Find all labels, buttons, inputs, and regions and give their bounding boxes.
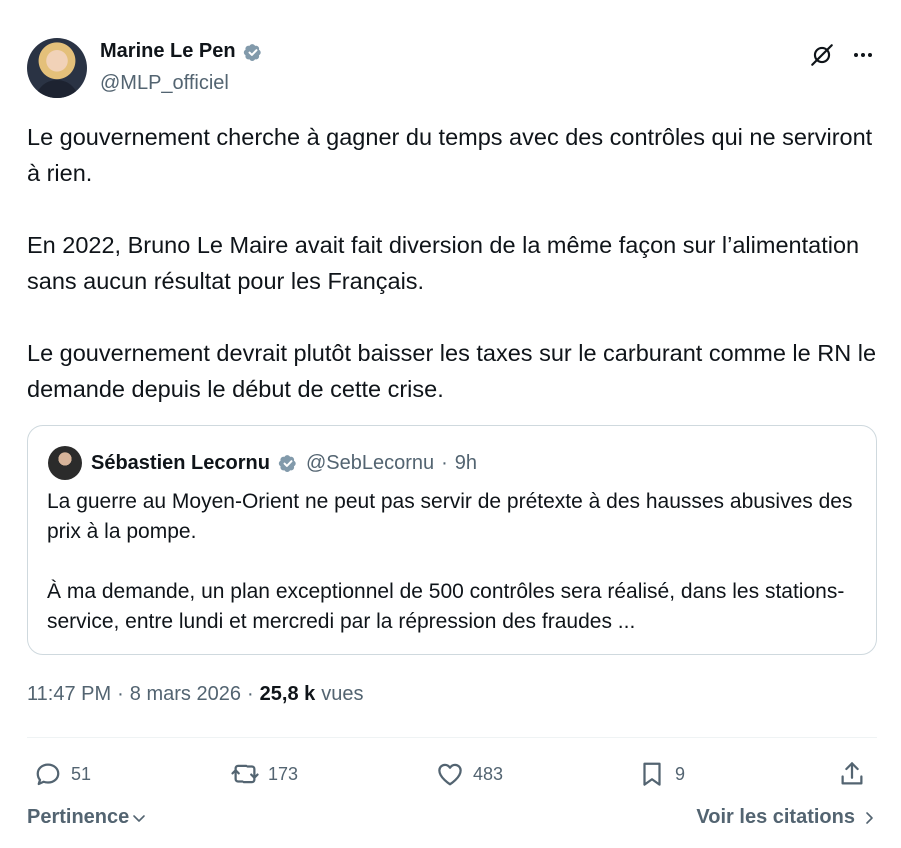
tweet-paragraph: Le gouvernement devrait plutôt baisser l…: [27, 340, 877, 402]
author-display-name[interactable]: Marine Le Pen: [100, 40, 236, 63]
chevron-down-icon: [133, 814, 146, 822]
verified-badge-icon: [278, 455, 296, 472]
chevron-right-icon: [866, 811, 873, 824]
tweet-time[interactable]: 11:47 PM: [27, 683, 111, 706]
more-icon[interactable]: [851, 43, 875, 67]
quoted-separator: ·: [441, 451, 448, 474]
reply-icon: [36, 763, 60, 786]
bookmark-button[interactable]: 9: [637, 753, 685, 795]
sort-dropdown[interactable]: Pertinence: [27, 806, 147, 829]
author-handle[interactable]: @MLP_officiel: [100, 72, 229, 95]
view-quotes-link[interactable]: Voir les citations: [696, 806, 877, 829]
author-avatar[interactable]: [27, 38, 87, 98]
quoted-author-name: Sébastien Lecornu: [91, 451, 270, 474]
author-name-row: Marine Le Pen: [100, 40, 264, 63]
repost-count: 173: [268, 763, 299, 784]
bookmark-icon: [643, 762, 661, 786]
view-quotes-label: Voir les citations: [696, 806, 855, 828]
verified-badge-icon: [243, 43, 261, 61]
replies-toolbar: Pertinence Voir les citations: [27, 806, 877, 829]
meta-separator: ·: [117, 683, 124, 705]
action-bar: 51 173 483 9: [27, 753, 877, 795]
quoted-author-handle: @SebLecornu: [305, 451, 435, 474]
like-count: 483: [473, 763, 504, 784]
quoted-tweet-text: La guerre au Moyen-Orient ne peut pas se…: [47, 487, 857, 637]
views-label: vues: [321, 683, 364, 705]
views-count: 25,8 k: [259, 683, 316, 705]
like-button[interactable]: 483: [435, 753, 503, 795]
tweet-paragraph: Le gouvernement cherche à gagner du temp…: [27, 124, 873, 186]
repost-button[interactable]: 173: [230, 753, 298, 795]
avatar-shoulders: [35, 80, 79, 98]
reply-button[interactable]: 51: [33, 753, 91, 795]
divider: [27, 737, 877, 738]
quoted-tweet-age: 9h: [454, 451, 478, 474]
bookmark-count: 9: [675, 763, 686, 784]
quoted-tweet-card[interactable]: Sébastien Lecornu @SebLecornu · 9h La gu…: [27, 425, 877, 655]
repost-icon: [231, 764, 259, 784]
quoted-paragraph: La guerre au Moyen-Orient ne peut pas se…: [47, 490, 853, 543]
header-actions: [809, 42, 875, 68]
meta-separator: ·: [246, 683, 254, 705]
tweet-text: Le gouvernement cherche à gagner du temp…: [27, 119, 877, 407]
heart-icon: [438, 763, 462, 786]
tweet-meta: 11:47 PM · 8 mars 2026 · 25,8 k vues: [27, 683, 364, 706]
share-icon: [841, 762, 863, 785]
tweet-paragraph: En 2022, Bruno Le Maire avait fait diver…: [27, 232, 860, 294]
reply-count: 51: [71, 763, 92, 784]
sort-label: Pertinence: [27, 806, 130, 828]
quoted-author-avatar: [48, 446, 82, 480]
quoted-paragraph: À ma demande, un plan exceptionnel de 50…: [47, 580, 845, 633]
grok-icon[interactable]: [809, 42, 835, 68]
tweet-date[interactable]: 8 mars 2026: [130, 683, 241, 706]
quoted-tweet-header: Sébastien Lecornu @SebLecornu · 9h: [48, 446, 477, 480]
share-button[interactable]: [837, 753, 867, 795]
